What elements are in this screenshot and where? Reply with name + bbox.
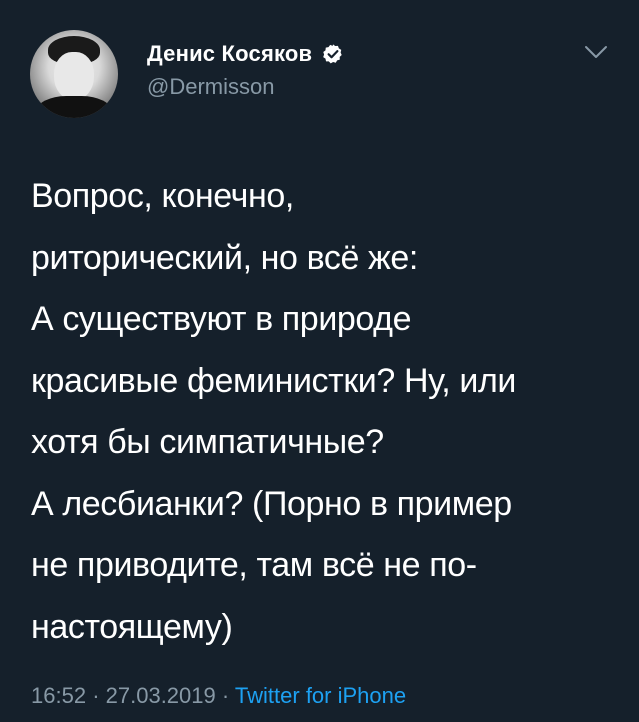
tweet-card: Денис Косяков @Dermisson Вопрос, конечно… [0,0,639,722]
tweet-text-line: хотя бы симпатичные? [31,423,384,461]
tweet-date[interactable]: 27.03.2019 [106,683,216,708]
avatar[interactable] [30,30,118,118]
tweet-text-line: Вопрос, конечно, [31,177,294,215]
tweet-meta: 16:52 · 27.03.2019 · Twitter for iPhone [31,683,406,709]
author-display-name[interactable]: Денис Косяков [147,41,312,67]
avatar-shirt [36,96,112,118]
meta-separator: · [221,683,230,708]
author-handle[interactable]: @Dermisson [147,74,274,100]
chevron-down-icon[interactable] [583,42,609,62]
verified-badge-icon [323,44,342,64]
author-name-row[interactable]: Денис Косяков [147,41,344,67]
avatar-face [54,52,94,100]
tweet-text-line: А лесбианки? (Порно в пример [31,484,512,523]
tweet-source-link[interactable]: Twitter for iPhone [235,683,406,708]
tweet-text-line: настоящему) [31,607,233,646]
tweet-text: Вопрос, конечно, риторический, но всё же… [31,166,621,658]
tweet-text-line: красивые феминистки? Ну, или [31,361,517,400]
meta-separator: · [92,683,100,708]
tweet-text-line: А существуют в природе [31,300,412,338]
tweet-text-line: риторический, но всё же: [31,238,418,277]
tweet-text-line: не приводите, там всё не по- [31,546,477,584]
tweet-time[interactable]: 16:52 [31,683,86,708]
